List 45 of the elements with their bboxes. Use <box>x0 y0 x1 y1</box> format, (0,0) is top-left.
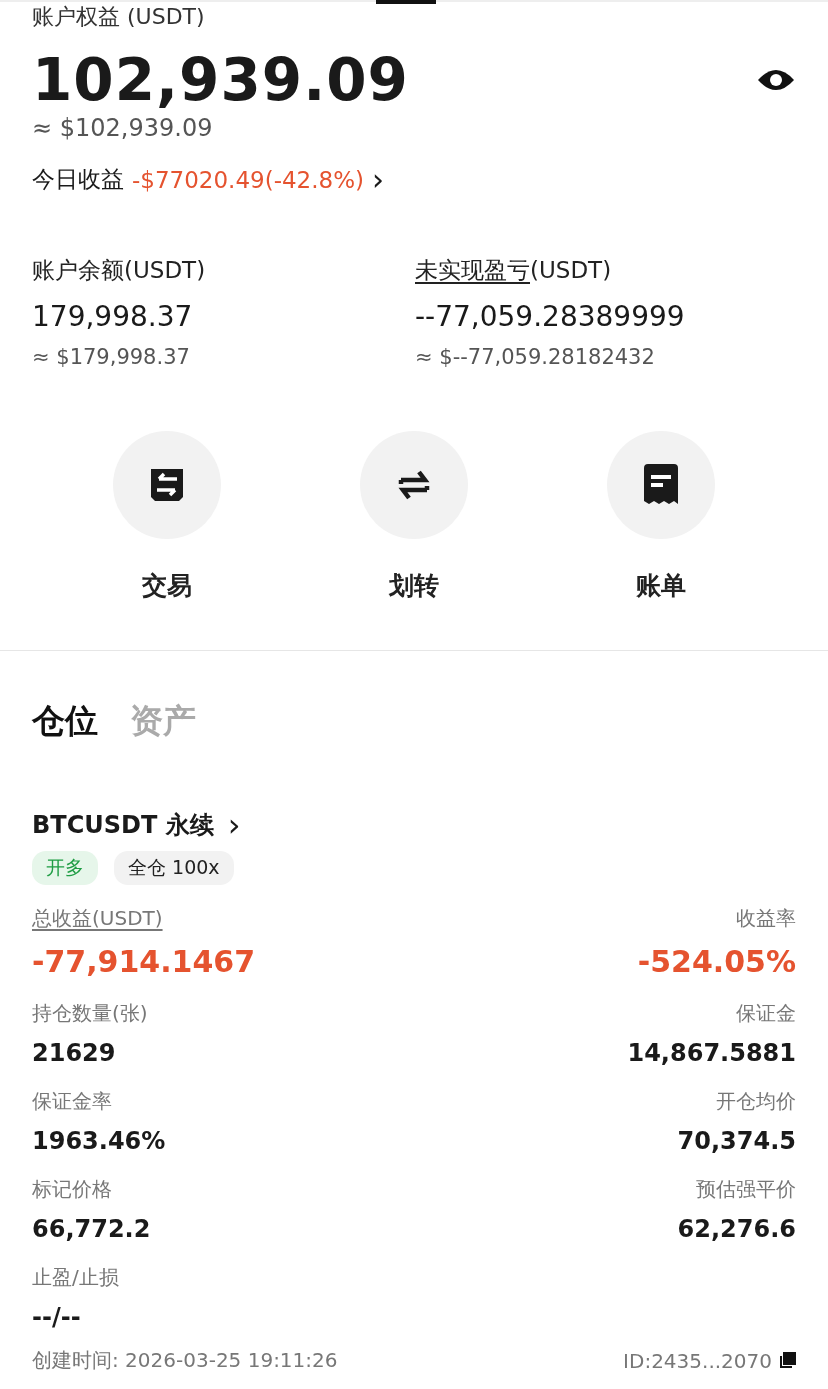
margin-mode-tag: 全仓 100x <box>114 851 234 885</box>
field-label: 标记价格 <box>32 1176 113 1203</box>
tab[interactable]: 仓位 <box>32 699 98 753</box>
copy-icon[interactable] <box>778 1351 796 1370</box>
today-pnl-value: -$77020.49(-42.8%) <box>132 166 364 193</box>
field-value: --/-- <box>32 1303 82 1331</box>
action-label: 划转 <box>389 570 439 602</box>
field-value: 70,374.5 <box>677 1127 796 1155</box>
equity-usd: ≈ $102,939.09 <box>32 114 214 142</box>
balance-value: --77,059.28389999 <box>415 300 686 333</box>
balance-usd: ≈ $--77,059.28182432 <box>415 345 656 369</box>
balance-label: 账户余额(USDT) <box>32 256 207 285</box>
field-label: 开仓均价 <box>716 1088 796 1115</box>
field-label: 持仓数量(张) <box>32 1000 149 1027</box>
field-value: 14,867.5881 <box>627 1039 796 1067</box>
field-value: -524.05% <box>637 944 796 979</box>
tab-indicator <box>376 0 436 4</box>
field-value: 62,276.6 <box>677 1215 796 1243</box>
field-value: 21629 <box>32 1039 117 1067</box>
chevron-icon[interactable]: › <box>227 813 241 837</box>
chevron-icon[interactable]: › <box>372 167 384 192</box>
action-label: 账单 <box>636 570 686 602</box>
field-value: 66,772.2 <box>32 1215 152 1243</box>
swap-icon <box>149 467 185 503</box>
contract-symbol[interactable]: BTCUSDT 永续 <box>32 809 214 841</box>
field-label: 保证金 <box>736 1000 796 1027</box>
transfer-icon <box>397 468 431 502</box>
field-label: 保证金率 <box>32 1088 113 1115</box>
position-id: ID:2435...2070 <box>623 1348 772 1373</box>
balance-value: 179,998.37 <box>32 300 194 333</box>
field-label: 总收益(USDT) <box>32 905 164 932</box>
field-label: 止盈/止损 <box>32 1264 120 1291</box>
receipt-icon <box>644 464 678 506</box>
side-tag: 开多 <box>32 851 98 885</box>
created-time: 创建时间: 2026-03-25 19:11:26 <box>32 1347 338 1374</box>
equity-title: 账户权益 (USDT) <box>32 4 206 30</box>
balance-label: 未实现盈亏(USDT) <box>415 256 613 285</box>
field-value: 1963.46% <box>32 1127 167 1155</box>
equity-value: 102,939.09 <box>32 46 409 114</box>
field-label: 预估强平价 <box>696 1176 796 1203</box>
field-value: -77,914.1467 <box>32 944 257 979</box>
today-pnl-label: 今日收益 <box>32 165 124 194</box>
balance-usd: ≈ $179,998.37 <box>32 345 191 369</box>
field-label: 收益率 <box>736 905 796 932</box>
action-label: 交易 <box>142 570 192 602</box>
